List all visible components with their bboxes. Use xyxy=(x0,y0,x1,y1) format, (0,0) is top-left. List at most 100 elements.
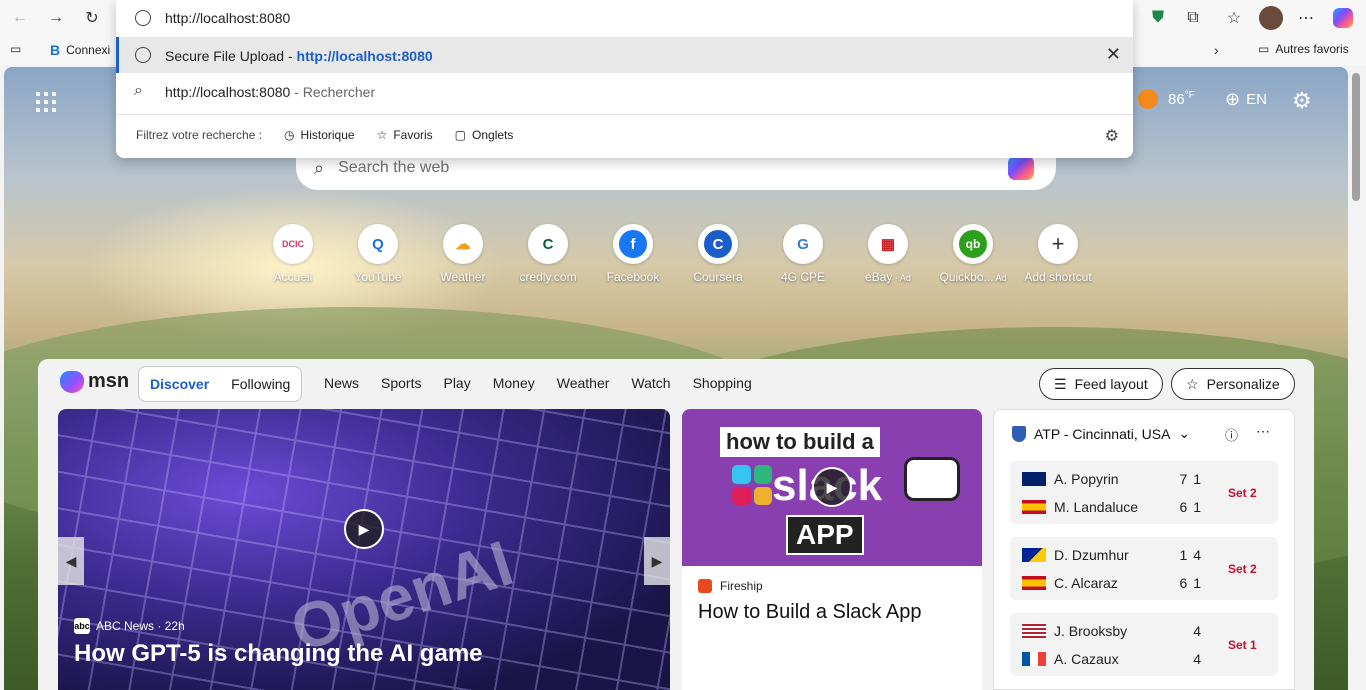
plus-icon: + xyxy=(1038,224,1078,264)
filter-tabs[interactable]: ▢ Onglets xyxy=(455,128,514,142)
info-icon[interactable]: ⓘ xyxy=(1225,425,1238,444)
hero-source: abc ABC News · 22h xyxy=(74,618,185,634)
credly-icon: C xyxy=(528,224,568,264)
weather-temp: 86 xyxy=(1168,91,1185,108)
nav-news[interactable]: News xyxy=(324,375,359,391)
shortcut-accueil[interactable]: DCIC Accueil xyxy=(258,224,328,284)
globe-icon xyxy=(135,10,151,26)
refresh-icon[interactable]: ↻ xyxy=(80,6,104,30)
shortcut-label: Quickbo... xyxy=(939,270,994,284)
personalize-button[interactable]: ☆ Personalize xyxy=(1171,368,1295,400)
app-launcher-icon[interactable] xyxy=(34,90,58,114)
copilot-search-icon[interactable] xyxy=(1008,156,1034,180)
play-icon[interactable]: ▶ xyxy=(344,509,384,549)
shortcut-facebook[interactable]: f Facebook xyxy=(598,224,668,284)
flag-au-icon xyxy=(1022,472,1046,486)
4g-cpe-icon: G xyxy=(783,224,823,264)
filter-favorites-label: Favoris xyxy=(393,128,433,142)
suggestion-sep: - xyxy=(284,48,297,64)
back-icon[interactable]: ← xyxy=(8,6,32,30)
atp-title: ATP - Cincinnati, USA xyxy=(1034,425,1171,442)
flag-ba-icon xyxy=(1022,548,1046,562)
shortcut-weather[interactable]: ☁ Weather xyxy=(428,224,498,284)
suggestion-url: http://localhost:8080 xyxy=(296,48,433,64)
search-icon: ⌕ xyxy=(134,82,143,99)
profile-avatar[interactable] xyxy=(1259,6,1283,30)
msn-butterfly-icon xyxy=(60,370,84,393)
shield-icon[interactable]: ⛊ xyxy=(1146,6,1170,30)
remove-suggestion-icon[interactable]: ✕ xyxy=(1106,44,1121,65)
filter-favorites[interactable]: ☆ Favoris xyxy=(377,128,433,142)
shortcut-label: 4G CPE xyxy=(780,270,825,284)
nav-watch[interactable]: Watch xyxy=(631,375,670,391)
shortcut-coursera[interactable]: C Coursera xyxy=(683,224,753,284)
nav-money[interactable]: Money xyxy=(493,375,535,391)
tab-following[interactable]: Following xyxy=(220,376,301,392)
carousel-next-icon[interactable]: ▶ xyxy=(644,537,670,585)
forward-icon[interactable]: → xyxy=(44,6,68,30)
favorite-item[interactable]: B Connexi xyxy=(50,42,110,58)
match-card[interactable]: D. Dzumhur 1 4 C. Alcaraz 6 1 Set 2 xyxy=(1010,537,1278,600)
nav-play[interactable]: Play xyxy=(443,375,470,391)
filter-history[interactable]: ◷ Historique xyxy=(284,128,355,142)
play-icon[interactable]: ▶ xyxy=(812,467,852,507)
nav-sports[interactable]: Sports xyxy=(381,375,421,391)
msn-brand: msn xyxy=(88,370,130,392)
player-name: A. Popyrin xyxy=(1054,471,1119,487)
player-score: 7 1 xyxy=(1179,471,1202,487)
sliders-icon: ☰ xyxy=(1054,375,1067,392)
settings-gear-icon[interactable]: ⚙ xyxy=(1292,88,1312,114)
language-label: EN xyxy=(1246,91,1267,108)
chevron-right-icon[interactable]: › xyxy=(1214,42,1219,58)
extensions-icon[interactable]: ⧉ xyxy=(1181,6,1205,30)
tab-discover[interactable]: Discover xyxy=(139,376,220,392)
other-favorites-label: Autres favoris xyxy=(1275,42,1349,56)
other-favorites[interactable]: ▭ Autres favoris xyxy=(1258,42,1349,56)
hero-title[interactable]: How GPT-5 is changing the AI game xyxy=(74,640,483,668)
history-icon: ◷ xyxy=(284,128,295,142)
shortcut-credly[interactable]: Ccredly.com xyxy=(513,224,583,284)
suggestion-title: Secure File Upload xyxy=(165,48,285,64)
match-card[interactable]: J. Brooksby 4 A. Cazaux 4 Set 1 xyxy=(1010,613,1278,676)
nav-weather[interactable]: Weather xyxy=(557,375,610,391)
search-placeholder: Search the web xyxy=(338,159,450,176)
shortcut-ebay[interactable]: ▦ eBay · Ad xyxy=(853,224,923,284)
sun-icon xyxy=(1138,89,1158,109)
facebook-icon: f xyxy=(613,224,653,264)
hero-source-name: ABC News xyxy=(96,619,155,633)
omnibox-search-suggestion[interactable]: http://localhost:8080 - Rechercher xyxy=(165,84,375,100)
omnibox-suggestion[interactable]: Secure File Upload - http://localhost:80… xyxy=(116,37,1133,73)
shortcut-label: eBay xyxy=(865,270,893,284)
accueil-icon: DCIC xyxy=(273,224,313,264)
personalize-label: Personalize xyxy=(1206,376,1280,392)
more-menu-icon[interactable]: ⋯ xyxy=(1294,6,1318,30)
article-source-name: Fireship xyxy=(720,579,763,593)
shortcut-label: YouTube xyxy=(354,270,402,284)
favorites-star-icon[interactable]: ☆ xyxy=(1222,6,1246,30)
weather-widget[interactable]: 86°F xyxy=(1138,89,1195,109)
language-selector[interactable]: ⊕ EN xyxy=(1225,89,1267,110)
msn-logo[interactable]: msn xyxy=(60,370,129,393)
carousel-prev-icon[interactable]: ◀ xyxy=(58,537,84,585)
scrollbar-thumb[interactable] xyxy=(1352,73,1360,201)
article-title[interactable]: How to Build a Slack App xyxy=(698,601,921,624)
atp-header[interactable]: ATP - Cincinnati, USA ⌄ xyxy=(1012,425,1190,442)
feed-layout-button[interactable]: ☰ Feed layout xyxy=(1039,368,1163,400)
chevron-down-icon: ⌄ xyxy=(1178,425,1191,441)
article-card[interactable]: how to build a slack APP xyxy=(682,409,982,690)
shortcut-quickbooks[interactable]: qb Quickbo... Ad xyxy=(938,224,1008,284)
shortcut-add[interactable]: + Add shortcut xyxy=(1023,224,1093,284)
omnibox-settings-icon[interactable]: ⚙ xyxy=(1105,126,1119,146)
match-card[interactable]: A. Popyrin 7 1 M. Landaluce 6 1 Set 2 xyxy=(1010,461,1278,524)
more-options-icon[interactable]: ⋯ xyxy=(1256,423,1270,440)
copilot-icon[interactable] xyxy=(1331,6,1355,30)
flag-es-icon xyxy=(1022,576,1046,590)
shortcut-4g-cpe[interactable]: G 4G CPE xyxy=(768,224,838,284)
nav-shopping[interactable]: Shopping xyxy=(693,375,752,391)
address-bar-input[interactable]: http://localhost:8080 xyxy=(165,10,290,26)
scrollbar[interactable] xyxy=(1348,67,1366,690)
folder-icon: ▭ xyxy=(1258,42,1270,56)
search-icon: ⌕ xyxy=(314,157,325,178)
shortcut-youtube[interactable]: Q YouTube xyxy=(343,224,413,284)
favorites-folder-icon[interactable]: ▭ xyxy=(10,42,21,56)
